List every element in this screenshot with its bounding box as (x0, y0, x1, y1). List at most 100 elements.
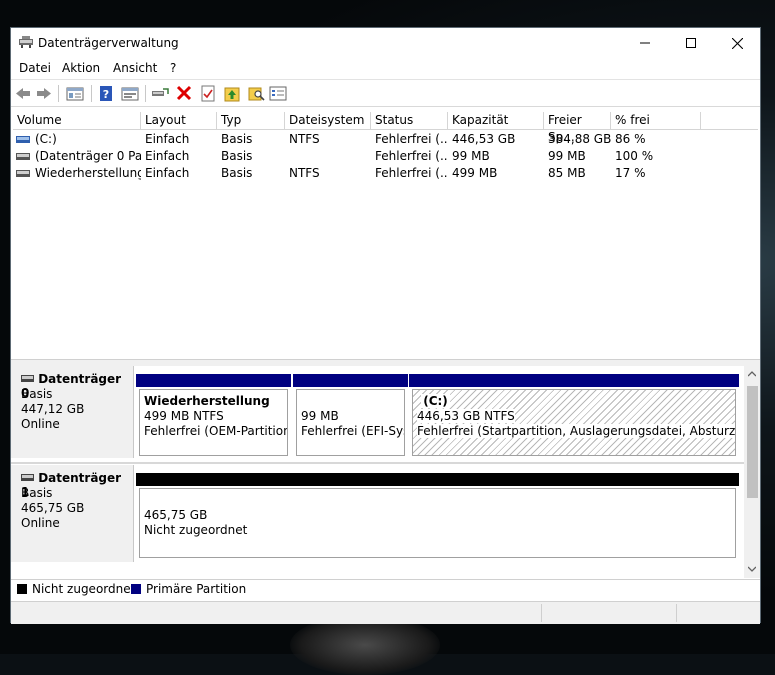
menu-aktion[interactable]: Aktion (62, 61, 100, 75)
column-header-layout[interactable]: Layout (141, 112, 217, 129)
cell-typ: Basis (221, 149, 253, 163)
partition-c-drive[interactable]: (C:) 446,53 GB NTFS Fehlerfrei (Startpar… (409, 374, 739, 459)
status-bar (11, 601, 760, 624)
partition-box: 465,75 GB Nicht zugeordnet (139, 488, 736, 558)
open-folder-up-icon[interactable] (223, 85, 241, 102)
cell-kapazitaet: 99 MB (452, 149, 490, 163)
disk-type: Basis (21, 486, 53, 500)
volume-list-header: Volume Layout Typ Dateisystem Status Kap… (13, 112, 758, 144)
legend-swatch-primary (131, 584, 141, 594)
cell-dateisystem (285, 148, 371, 165)
minimize-button[interactable] (622, 28, 668, 58)
partition-efi[interactable]: 99 MB Fehlerfrei (EFI-Syste (293, 374, 408, 459)
window-title: Datenträgerverwaltung (38, 36, 179, 50)
disk-view-scrollbar[interactable] (744, 366, 760, 578)
toolbar-separator (145, 85, 146, 102)
legend-label-unallocated: Nicht zugeordnet (32, 582, 136, 596)
column-header-status[interactable]: Status (371, 112, 448, 129)
table-row[interactable]: Wiederherstellung Einfach Basis NTFS Feh… (13, 165, 758, 182)
connect-disk-icon[interactable] (151, 85, 169, 102)
search-folder-icon[interactable] (247, 85, 265, 102)
partition-type-bar (136, 473, 739, 486)
cell-prozent-frei: 100 % (615, 149, 654, 163)
partition-wiederherstellung[interactable]: Wiederherstellung 499 MB NTFS Fehlerfrei… (136, 374, 291, 459)
console-tree-icon[interactable] (66, 85, 84, 102)
cell-volume: (C:) (35, 132, 57, 146)
partition-size: 465,75 GB (144, 508, 208, 522)
svg-text:?: ? (103, 88, 109, 101)
close-button[interactable] (714, 28, 760, 58)
disk-icon (21, 375, 34, 382)
cell-typ: Basis (221, 132, 253, 146)
toolbar: ? (11, 79, 760, 107)
cell-status: Fehlerfrei (... (375, 132, 448, 146)
partition-status: Nicht zugeordnet (144, 523, 248, 537)
menu-bar: Datei Aktion Ansicht ? (11, 58, 760, 78)
toolbar-separator (58, 85, 59, 102)
partition-status: Fehlerfrei (OEM-Partition) (144, 424, 288, 438)
view-list-icon[interactable] (269, 85, 287, 102)
partition-unallocated[interactable]: 465,75 GB Nicht zugeordnet (136, 473, 739, 561)
partition-type-bar (409, 374, 739, 387)
volume-icon (16, 153, 30, 160)
table-row[interactable]: (C:) Einfach Basis NTFS Fehlerfrei (... … (13, 131, 758, 148)
disk-state: Online (21, 516, 60, 530)
column-header-volume[interactable]: Volume (13, 112, 141, 129)
legend: Nicht zugeordnet Primäre Partition (11, 579, 760, 600)
cell-volume: (Datenträger 0 Par... (35, 149, 141, 163)
status-separator (676, 604, 677, 622)
disk-icon (21, 474, 34, 481)
scroll-down-icon[interactable] (748, 566, 756, 572)
partition-status: Fehlerfrei (EFI-Syste (301, 424, 404, 438)
volume-list: Volume Layout Typ Dateisystem Status Kap… (13, 112, 758, 358)
column-header-prozent-frei[interactable]: % frei (611, 112, 701, 129)
maximize-button[interactable] (668, 28, 714, 58)
menu-help[interactable]: ? (170, 61, 176, 75)
column-header-freier-speicher[interactable]: Freier Sp... (544, 112, 611, 144)
cell-volume: Wiederherstellung (35, 166, 141, 180)
checklist-icon[interactable] (199, 85, 217, 102)
cell-layout: Einfach (145, 149, 190, 163)
table-row[interactable]: (Datenträger 0 Par... Einfach Basis Fehl… (13, 148, 758, 165)
back-arrow-icon[interactable] (14, 85, 32, 102)
partition-size: 99 MB (301, 409, 339, 423)
disk-1-label[interactable]: Datenträger 1 Basis 465,75 GB Online (11, 465, 134, 562)
cell-kapazitaet: 446,53 GB (452, 132, 516, 146)
disk-size: 465,75 GB (21, 501, 85, 515)
disk-state: Online (21, 417, 60, 431)
partition-type-bar (293, 374, 408, 387)
partition-size: 499 MB NTFS (144, 409, 224, 423)
partition-title: Wiederherstellung (144, 394, 270, 408)
cell-prozent-frei: 86 % (615, 132, 646, 146)
delete-icon[interactable] (175, 85, 193, 102)
partition-size: 446,53 GB NTFS (417, 409, 515, 423)
cell-freier-speicher: 384,88 GB (548, 132, 611, 146)
scrollbar-thumb[interactable] (747, 386, 758, 498)
scroll-up-icon[interactable] (748, 371, 756, 377)
partition-box-selected: (C:) 446,53 GB NTFS Fehlerfrei (Startpar… (412, 389, 736, 456)
menu-ansicht[interactable]: Ansicht (113, 61, 157, 75)
help-icon[interactable]: ? (97, 85, 115, 102)
partition-status: Fehlerfrei (Startpartition, Auslagerungs… (417, 424, 735, 439)
column-header-dateisystem[interactable]: Dateisystem (285, 112, 371, 129)
title-bar[interactable]: Datenträgerverwaltung (11, 28, 760, 58)
forward-arrow-icon[interactable] (35, 85, 53, 102)
disk-0-label[interactable]: Datenträger 0 Basis 447,12 GB Online (11, 366, 134, 458)
cell-kapazitaet: 499 MB (452, 166, 498, 180)
cell-freier-speicher: 85 MB (548, 166, 586, 180)
close-icon (731, 37, 743, 49)
column-header-typ[interactable]: Typ (217, 112, 285, 129)
toolbar-separator (91, 85, 92, 102)
cell-status: Fehlerfrei (... (375, 149, 448, 163)
legend-label-primary: Primäre Partition (146, 582, 247, 596)
menu-datei[interactable]: Datei (19, 61, 51, 75)
column-header-kapazitaet[interactable]: Kapazität (448, 112, 544, 129)
cell-layout: Einfach (145, 132, 190, 146)
partition-box: 99 MB Fehlerfrei (EFI-Syste (296, 389, 405, 456)
cell-layout: Einfach (145, 166, 190, 180)
partition-type-bar (136, 374, 291, 387)
properties-icon[interactable] (121, 85, 139, 102)
cell-freier-speicher: 99 MB (548, 149, 586, 163)
disk-type: Basis (21, 387, 53, 401)
partition-title: (C:) (421, 394, 450, 408)
